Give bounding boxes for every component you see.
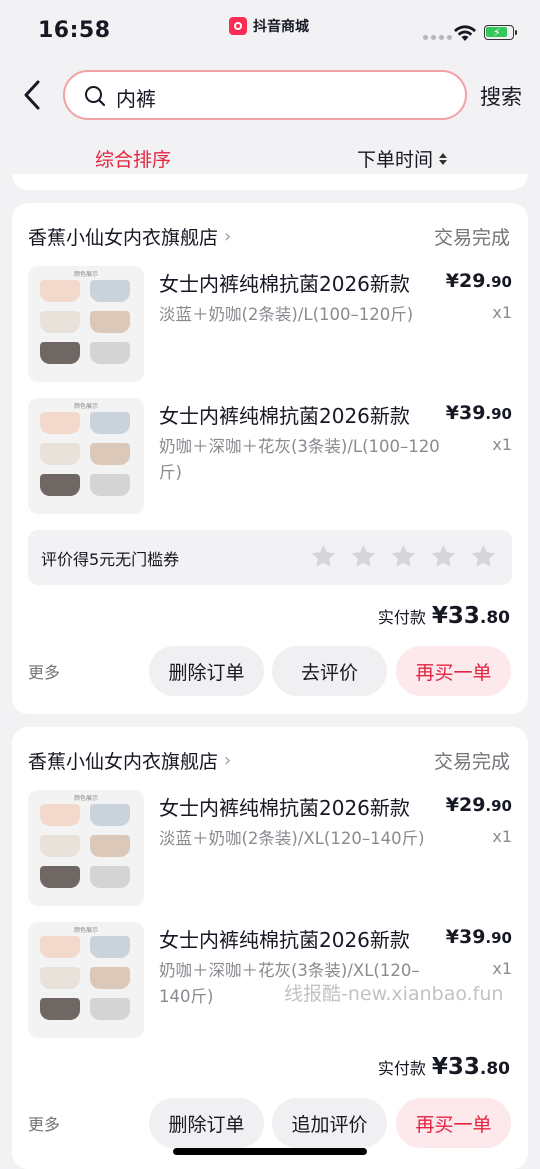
product-title: 女士内裤纯棉抗菌2026新款 [159, 404, 410, 428]
paid-label: 实付款 [377, 1059, 426, 1078]
paid-value: ¥33.80 [431, 603, 510, 629]
product-spec: 淡蓝＋奶咖(2条装)/XL(120–140斤) [159, 829, 425, 848]
product-spec: 奶咖＋深咖＋花灰(3条装)/L(100–120斤) [159, 437, 440, 482]
watermark-text: 线报酷-new.xianbao.fun [284, 983, 504, 1005]
search-button[interactable]: 搜索 [480, 81, 522, 111]
sort-arrows-icon [439, 152, 448, 165]
paid-amount: 实付款 ¥33.80 [378, 603, 510, 629]
buy-again-button[interactable]: 再买一单 [396, 1098, 511, 1148]
product-price: ¥29.90 [445, 270, 512, 292]
signal-icon [423, 35, 452, 40]
thumbnail-caption: 颜色展示 [73, 271, 98, 278]
charging-icon: ⚡ [493, 26, 501, 39]
product-price: ¥39.90 [445, 402, 512, 424]
status-bar: 16:58 抖音商城 ⚡ [0, 0, 540, 62]
sort-order-time-tab[interactable]: 下单时间 [357, 145, 448, 172]
rating-stars[interactable] [310, 543, 497, 570]
order-status: 交易完成 [433, 751, 510, 773]
back-arrow-icon[interactable] [18, 78, 48, 112]
delete-order-button[interactable]: 删除订单 [149, 1098, 264, 1148]
product-quantity: x1 [492, 827, 512, 846]
sort-order-time-label: 下单时间 [357, 149, 434, 171]
delete-order-button[interactable]: 删除订单 [149, 646, 264, 696]
chevron-right-icon: › [224, 750, 232, 771]
order-card: 香蕉小仙女内衣旗舰店 › 交易完成 颜色展示 女士内裤纯棉抗菌2026新款 淡蓝… [12, 727, 528, 1169]
order-status: 交易完成 [433, 227, 510, 249]
product-title: 女士内裤纯棉抗菌2026新款 [159, 928, 410, 952]
search-input[interactable]: 内裤 [63, 70, 467, 120]
app-name: 抖音商城 [253, 19, 309, 35]
search-header: 内裤 搜索 [0, 62, 540, 128]
order-item[interactable]: 颜色展示 女士内裤纯棉抗菌2026新款 淡蓝＋奶咖(2条装)/XL(120–14… [28, 790, 512, 906]
product-quantity: x1 [492, 959, 512, 978]
product-price: ¥39.90 [445, 926, 512, 948]
product-quantity: x1 [492, 303, 512, 322]
shop-name-link[interactable]: 香蕉小仙女内衣旗舰店 › [28, 223, 231, 250]
home-indicator[interactable] [173, 1148, 367, 1155]
product-thumbnail: 颜色展示 [28, 922, 144, 1038]
paid-value: ¥33.80 [431, 1054, 510, 1080]
paid-amount: 实付款 ¥33.80 [378, 1054, 510, 1080]
product-spec: 淡蓝＋奶咖(2条装)/L(100–120斤) [159, 305, 414, 324]
thumbnail-caption: 颜色展示 [73, 403, 98, 410]
order-item[interactable]: 颜色展示 女士内裤纯棉抗菌2026新款 淡蓝＋奶咖(2条装)/L(100–120… [28, 266, 512, 382]
sort-comprehensive-tab[interactable]: 综合排序 [95, 145, 171, 172]
shop-name: 香蕉小仙女内衣旗舰店 [28, 227, 219, 249]
product-price: ¥29.90 [445, 794, 512, 816]
more-button[interactable]: 更多 [28, 659, 60, 683]
chevron-right-icon: › [224, 226, 232, 247]
product-title: 女士内裤纯棉抗菌2026新款 [159, 796, 410, 820]
star-icon[interactable] [310, 543, 337, 570]
buy-again-button[interactable]: 再买一单 [396, 646, 511, 696]
search-query: 内裤 [116, 87, 156, 111]
wifi-icon [454, 25, 476, 41]
status-time: 16:58 [38, 18, 111, 43]
star-icon[interactable] [390, 543, 417, 570]
product-title: 女士内裤纯棉抗菌2026新款 [159, 272, 410, 296]
order-item[interactable]: 颜色展示 女士内裤纯棉抗菌2026新款 奶咖＋深咖＋花灰(3条装)/L(100–… [28, 398, 512, 514]
thumbnail-caption: 颜色展示 [73, 795, 98, 802]
add-review-button[interactable]: 追加评价 [272, 1098, 387, 1148]
star-icon[interactable] [430, 543, 457, 570]
product-thumbnail: 颜色展示 [28, 266, 144, 382]
star-icon[interactable] [350, 543, 377, 570]
shop-name: 香蕉小仙女内衣旗舰店 [28, 751, 219, 773]
shop-name-link[interactable]: 香蕉小仙女内衣旗舰店 › [28, 747, 231, 774]
paid-label: 实付款 [377, 608, 426, 627]
previous-order-card-edge [12, 174, 528, 190]
search-icon [85, 86, 106, 107]
app-tag: 抖音商城 [229, 16, 309, 36]
review-reward-banner[interactable]: 评价得5元无门槛券 [28, 530, 512, 585]
order-card: 香蕉小仙女内衣旗舰店 › 交易完成 颜色展示 女士内裤纯棉抗菌2026新款 淡蓝… [12, 203, 528, 714]
product-quantity: x1 [492, 435, 512, 454]
star-icon[interactable] [470, 543, 497, 570]
review-reward-text: 评价得5元无门槛券 [41, 550, 180, 569]
thumbnail-caption: 颜色展示 [73, 927, 98, 934]
douyin-mall-logo-icon [229, 17, 247, 35]
product-thumbnail: 颜色展示 [28, 790, 144, 906]
product-thumbnail: 颜色展示 [28, 398, 144, 514]
more-button[interactable]: 更多 [28, 1111, 60, 1135]
write-review-button[interactable]: 去评价 [272, 646, 387, 696]
